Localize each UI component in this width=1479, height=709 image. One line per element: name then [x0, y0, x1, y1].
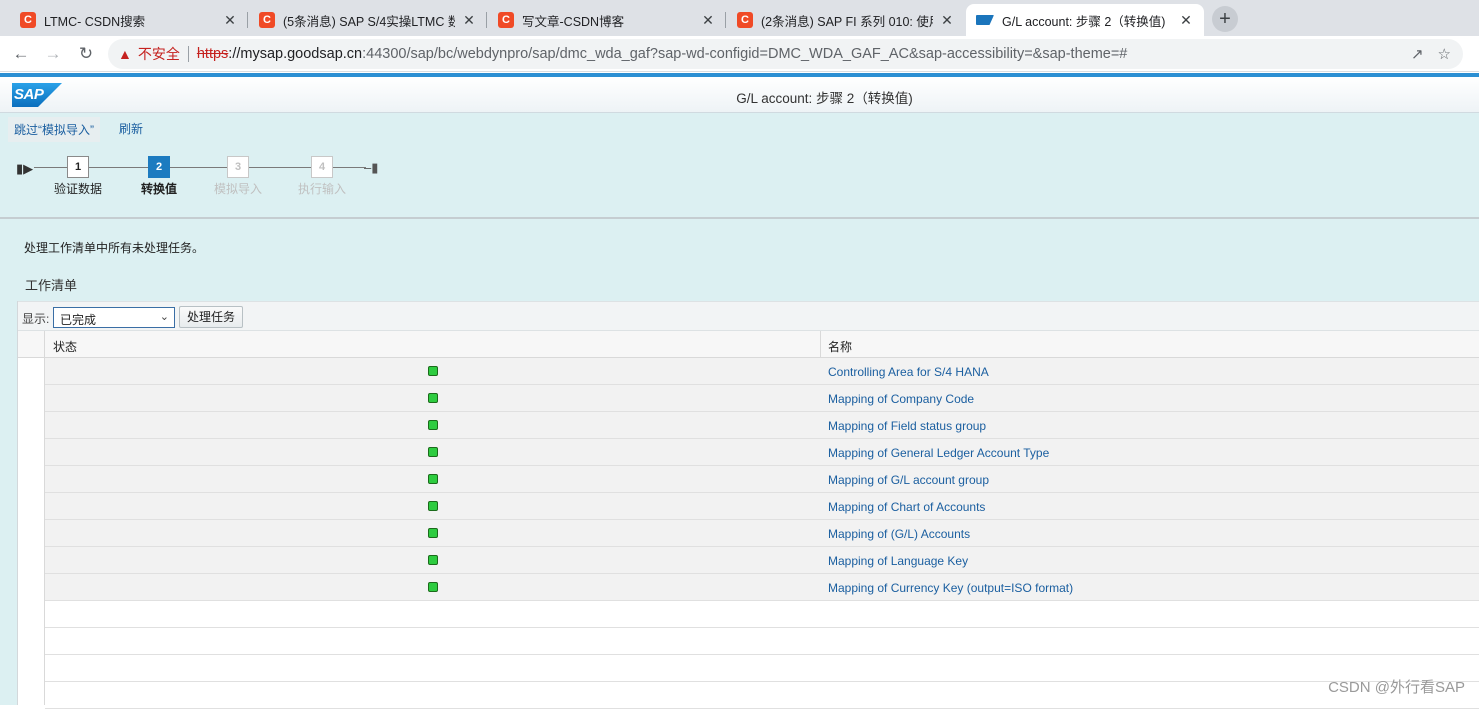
reload-icon[interactable]: ↻: [73, 41, 99, 67]
roadmap-step-2-label: 转换值: [140, 182, 177, 196]
csdn-icon: C: [498, 12, 514, 28]
table-row[interactable]: Mapping of Field status group: [45, 412, 1479, 439]
browser-tab-3[interactable]: C 写文章-CSDN博客 ✕: [488, 4, 726, 36]
browser-tab-1[interactable]: C LTMC- CSDN搜索 ✕: [10, 4, 248, 36]
close-icon[interactable]: ✕: [1178, 12, 1194, 29]
browser-tab-2[interactable]: C (5条消息) SAP S/4实操LTMC 数 ✕: [249, 4, 487, 36]
bookmark-star-icon[interactable]: ☆: [1438, 45, 1451, 63]
roadmap: ▮▶ –▮ 1 验证数据 2 转换值 3 模拟导入 4 执行输入: [16, 153, 416, 203]
roadmap-step-4: 4: [311, 156, 333, 178]
table-row[interactable]: Controlling Area for S/4 HANA: [45, 358, 1479, 385]
url-host: ://mysap.goodsap.cn: [228, 46, 363, 62]
status-green-icon: [428, 501, 438, 511]
empty-table-row: [45, 655, 1479, 682]
task-name-link[interactable]: Mapping of Language Key: [828, 554, 968, 568]
worklist-toolbar: 显示: 已完成 ⌄ 处理任务: [18, 301, 1479, 331]
task-name-link[interactable]: Mapping of Field status group: [828, 419, 986, 433]
column-header-status[interactable]: 状态: [53, 338, 77, 355]
status-green-icon: [428, 393, 438, 403]
warning-icon: ▲: [118, 46, 132, 62]
csdn-icon: C: [20, 12, 36, 28]
roadmap-step-2[interactable]: 2: [148, 156, 170, 178]
table-row[interactable]: Mapping of Language Key: [45, 547, 1479, 574]
tab-title: (5条消息) SAP S/4实操LTMC 数: [283, 14, 455, 29]
section-divider: [0, 217, 1479, 219]
url-scheme: https: [196, 46, 229, 62]
forward-icon[interactable]: →: [40, 41, 66, 67]
task-name-link[interactable]: Mapping of Chart of Accounts: [828, 500, 985, 514]
roadmap-step-1[interactable]: 1: [67, 156, 89, 178]
tab-title: (2条消息) SAP FI 系列 010: 使用: [761, 14, 933, 29]
status-green-icon: [428, 582, 438, 592]
table-row[interactable]: Mapping of G/L account group: [45, 466, 1479, 493]
roadmap-end-icon: –▮: [364, 160, 379, 175]
close-icon[interactable]: ✕: [700, 12, 716, 29]
browser-tab-strip: C LTMC- CSDN搜索 ✕ C (5条消息) SAP S/4实操LTMC …: [0, 0, 1479, 36]
worklist-panel: 显示: 已完成 ⌄ 处理任务 状态 名称 Controlling Area fo…: [17, 301, 1479, 709]
close-icon[interactable]: ✕: [461, 12, 477, 29]
table-row[interactable]: Mapping of Company Code: [45, 385, 1479, 412]
address-bar[interactable]: ▲ 不安全 https://mysap.goodsap.cn:44300/sap…: [108, 39, 1463, 69]
browser-tab-4[interactable]: C (2条消息) SAP FI 系列 010: 使用 ✕: [727, 4, 965, 36]
status-filter-select[interactable]: 已完成 ⌄: [53, 307, 175, 328]
status-filter-value: 已完成: [60, 313, 97, 327]
csdn-icon: C: [737, 12, 753, 28]
skip-simulate-import-button[interactable]: 跳过“模拟导入”: [8, 117, 100, 142]
browser-toolbar: ← → ↻ ▲ 不安全 https://mysap.goodsap.cn:443…: [0, 36, 1479, 72]
task-name-link[interactable]: Mapping of General Ledger Account Type: [828, 446, 1049, 460]
table-header: 状态 名称: [18, 331, 1479, 358]
column-header-name[interactable]: 名称: [828, 338, 852, 355]
task-name-link[interactable]: Controlling Area for S/4 HANA: [828, 365, 989, 379]
tab-title: G/L account: 步骤 2（转换值): [1002, 14, 1166, 29]
page-title: G/L account: 步骤 2（转换值): [736, 91, 913, 106]
status-green-icon: [428, 474, 438, 484]
task-name-link[interactable]: Mapping of G/L account group: [828, 473, 989, 487]
close-icon[interactable]: ✕: [939, 12, 955, 29]
sap-header: SAP G/L account: 步骤 2（转换值): [0, 77, 1479, 113]
status-green-icon: [428, 447, 438, 457]
show-label: 显示:: [22, 312, 50, 326]
divider: [187, 46, 189, 62]
task-name-link[interactable]: Mapping of Company Code: [828, 392, 974, 406]
refresh-button[interactable]: 刷新: [114, 117, 148, 142]
task-name-link[interactable]: Mapping of Currency Key (output=ISO form…: [828, 581, 1073, 595]
close-icon[interactable]: ✕: [222, 12, 238, 29]
task-name-link[interactable]: Mapping of (G/L) Accounts: [828, 527, 970, 541]
sap-icon: [976, 15, 994, 25]
tab-title: LTMC- CSDN搜索: [44, 14, 146, 29]
table-row[interactable]: Mapping of General Ledger Account Type: [45, 439, 1479, 466]
back-icon[interactable]: ←: [8, 41, 34, 67]
csdn-icon: C: [259, 12, 275, 28]
table-row[interactable]: Mapping of Chart of Accounts: [45, 493, 1479, 520]
roadmap-step-3: 3: [227, 156, 249, 178]
status-green-icon: [428, 528, 438, 538]
empty-table-row: [45, 601, 1479, 628]
chevron-down-icon: ⌄: [159, 311, 169, 323]
roadmap-start-icon: ▮▶: [16, 161, 34, 176]
status-green-icon: [428, 555, 438, 565]
roadmap-step-1-label: 验证数据: [53, 182, 102, 196]
worklist-title: 工作清单: [25, 278, 78, 293]
new-tab-button[interactable]: +: [1212, 6, 1238, 32]
action-bar: 跳过“模拟导入” 刷新: [8, 117, 148, 142]
watermark: CSDN @外行看SAP: [1328, 679, 1465, 696]
empty-table-row: [45, 628, 1479, 655]
table-row[interactable]: Mapping of (G/L) Accounts: [45, 520, 1479, 547]
tab-title: 写文章-CSDN博客: [522, 14, 625, 29]
process-task-button[interactable]: 处理任务: [179, 306, 244, 328]
status-green-icon: [428, 366, 438, 376]
main-content: 跳过“模拟导入” 刷新 ▮▶ –▮ 1 验证数据 2 转换值 3 模拟导入 4 …: [0, 113, 1479, 709]
status-green-icon: [428, 420, 438, 430]
row-selector-column: [18, 331, 45, 705]
instruction-text: 处理工作清单中所有未处理任务。: [24, 241, 205, 255]
url-path: :44300/sap/bc/webdynpro/sap/dmc_wda_gaf?…: [362, 46, 1128, 62]
browser-tab-active[interactable]: G/L account: 步骤 2（转换值) ✕: [966, 4, 1204, 36]
roadmap-step-4-label: 执行输入: [297, 182, 346, 196]
roadmap-step-3-label: 模拟导入: [213, 182, 262, 196]
share-icon[interactable]: ↗: [1411, 45, 1424, 63]
security-label[interactable]: 不安全: [138, 44, 180, 64]
table-row[interactable]: Mapping of Currency Key (output=ISO form…: [45, 574, 1479, 601]
